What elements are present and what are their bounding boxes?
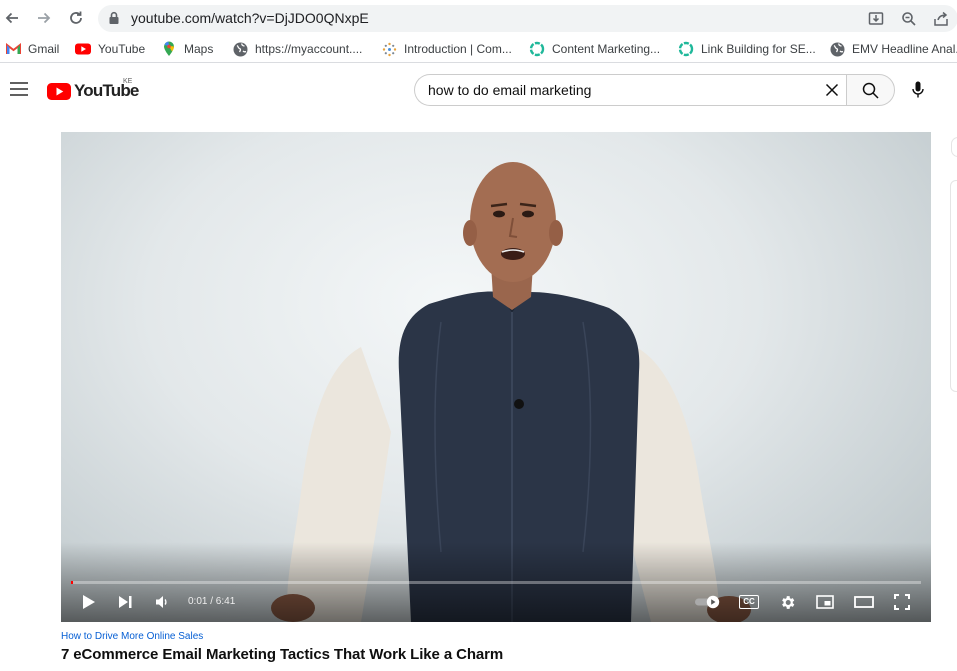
captions-icon: CC bbox=[739, 595, 759, 609]
country-code: KE bbox=[123, 78, 133, 85]
menu-icon[interactable] bbox=[10, 82, 28, 96]
bookmark-myaccount[interactable]: https://myaccount.... bbox=[232, 40, 362, 58]
autoplay-toggle-icon bbox=[695, 595, 720, 609]
progress-bar[interactable] bbox=[71, 581, 921, 584]
url-text[interactable]: youtube.com/watch?v=DjJDO0QNxpE bbox=[131, 10, 369, 26]
volume-icon bbox=[156, 596, 167, 608]
play-button[interactable] bbox=[77, 590, 101, 614]
youtube-icon bbox=[75, 41, 91, 57]
maps-icon bbox=[161, 41, 177, 57]
address-bar[interactable]: youtube.com/watch?v=DjJDO0QNxpE bbox=[98, 5, 957, 32]
dotted-logo-icon bbox=[381, 41, 397, 57]
video-player[interactable]: 0:01 / 6:41 CC bbox=[61, 132, 931, 622]
progress-bar-played bbox=[71, 581, 73, 584]
video-title: 7 eCommerce Email Marketing Tactics That… bbox=[61, 646, 504, 663]
mute-button[interactable] bbox=[151, 590, 175, 614]
youtube-play-logo-icon bbox=[47, 82, 71, 100]
install-icon bbox=[868, 12, 884, 25]
search-query[interactable]: how to do email marketing bbox=[428, 82, 591, 98]
youtube-header: YouTube KE how to do email marketing bbox=[0, 68, 957, 114]
microphone-icon bbox=[912, 81, 924, 98]
share-button[interactable] bbox=[931, 9, 951, 29]
theater-mode-icon bbox=[854, 596, 874, 608]
arrow-right-icon bbox=[38, 12, 51, 24]
bookmarks-bar: Gmail YouTube Maps https://myaccount....… bbox=[0, 36, 957, 63]
gear-icon bbox=[781, 595, 794, 609]
search-button[interactable] bbox=[846, 74, 895, 106]
globe-icon bbox=[232, 41, 248, 57]
voice-search-button[interactable] bbox=[904, 76, 932, 104]
reload-button[interactable] bbox=[64, 6, 88, 30]
sidebar-edge-chip bbox=[951, 137, 957, 157]
zoom-icon bbox=[902, 12, 916, 26]
settings-button[interactable] bbox=[775, 590, 799, 614]
reload-icon bbox=[70, 11, 82, 24]
captions-button[interactable]: CC bbox=[737, 590, 761, 614]
globe-icon bbox=[829, 41, 845, 57]
browser-toolbar: youtube.com/watch?v=DjJDO0QNxpE bbox=[0, 0, 957, 35]
arrow-left-icon bbox=[5, 12, 18, 24]
bookmark-maps[interactable]: Maps bbox=[161, 40, 213, 58]
miniplayer-icon bbox=[816, 595, 834, 609]
time-display: 0:01 / 6:41 bbox=[188, 596, 236, 607]
bookmark-gmail[interactable]: Gmail bbox=[5, 40, 59, 58]
play-icon bbox=[83, 595, 95, 609]
bookmark-youtube[interactable]: YouTube bbox=[75, 40, 145, 58]
fullscreen-icon bbox=[894, 594, 910, 610]
install-app-button[interactable] bbox=[866, 9, 886, 29]
ring-icon bbox=[529, 41, 545, 57]
miniplayer-button[interactable] bbox=[813, 590, 837, 614]
bookmark-emv-headline[interactable]: EMV Headline Anal... bbox=[829, 40, 957, 58]
next-button[interactable] bbox=[114, 590, 138, 614]
video-hashtag-link[interactable]: How to Drive More Online Sales bbox=[61, 631, 203, 642]
ring-icon bbox=[678, 41, 694, 57]
share-icon bbox=[934, 11, 948, 26]
fullscreen-button[interactable] bbox=[890, 590, 914, 614]
theater-mode-button[interactable] bbox=[851, 590, 877, 614]
lock-icon bbox=[108, 11, 120, 30]
gmail-icon bbox=[5, 41, 21, 57]
clear-search-button[interactable] bbox=[823, 81, 841, 99]
search-icon bbox=[862, 82, 879, 99]
bookmark-link-building[interactable]: Link Building for SE... bbox=[678, 40, 816, 58]
bookmark-introduction[interactable]: Introduction | Com... bbox=[381, 40, 512, 58]
autoplay-toggle[interactable] bbox=[693, 590, 723, 614]
forward-button[interactable] bbox=[32, 6, 56, 30]
close-icon bbox=[825, 83, 839, 97]
search-input[interactable]: how to do email marketing bbox=[414, 74, 847, 106]
bookmark-content-marketing[interactable]: Content Marketing... bbox=[529, 40, 660, 58]
zoom-button[interactable] bbox=[899, 9, 919, 29]
back-button[interactable] bbox=[0, 6, 24, 30]
sidebar-edge-panel bbox=[950, 180, 957, 392]
skip-next-icon bbox=[119, 596, 132, 608]
